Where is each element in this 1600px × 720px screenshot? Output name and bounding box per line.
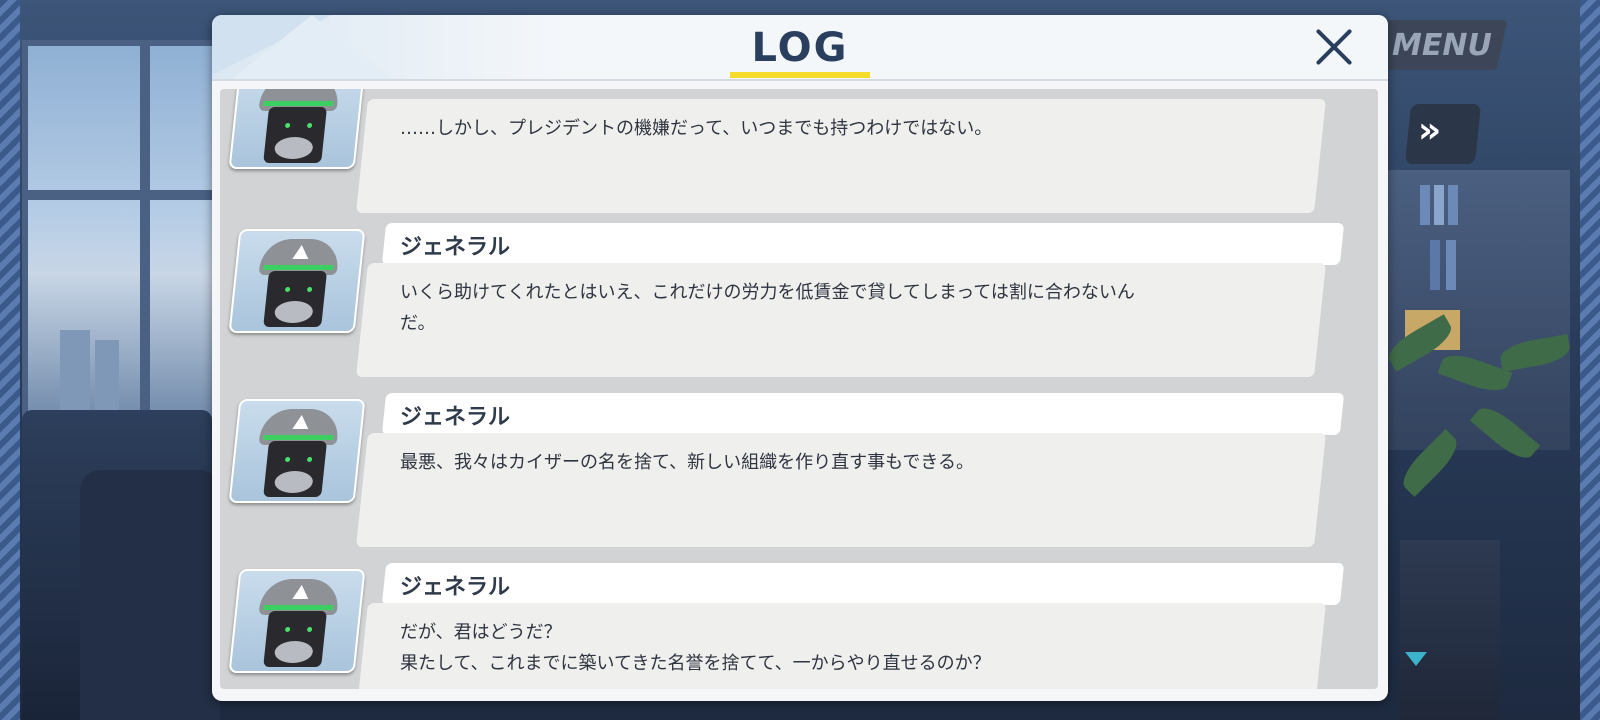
scroll-down-arrow-icon bbox=[1405, 652, 1427, 666]
speaker-name-plate bbox=[381, 393, 1345, 435]
window-frame-bar bbox=[22, 190, 218, 200]
log-title: LOG bbox=[751, 25, 849, 71]
sofa-arm bbox=[80, 470, 220, 720]
book bbox=[1430, 240, 1440, 290]
dialogue-text: ……しかし、プレジデントの機嫌だって、いつまでも持つわけではない。 bbox=[400, 118, 993, 139]
fast-forward-button[interactable] bbox=[1404, 104, 1482, 164]
plant-pot bbox=[1400, 540, 1500, 720]
dialogue-text: だが、君はどうだ？ 果たして、これまでに築いてきた名誉を捨てて、一からやり直せる… bbox=[400, 622, 991, 674]
title-underline bbox=[730, 72, 870, 78]
double-chevron-right-icon[interactable]: » bbox=[1418, 110, 1441, 151]
speaker-portrait bbox=[228, 569, 366, 673]
hat-badge-icon bbox=[292, 585, 310, 599]
book bbox=[1434, 185, 1444, 225]
speaker-portrait bbox=[228, 89, 366, 169]
dialogue-text: いくら助けてくれたとはいえ、これだけの労力を低賃金で貸してしまっては割に合わない… bbox=[400, 282, 1135, 334]
speaker-name: ジェネラル bbox=[400, 575, 511, 600]
header-divider bbox=[212, 79, 1388, 81]
log-panel: LOG ……しかし、プレジデントの機嫌だって、いつまでも持つわけではない。 ジェ… bbox=[212, 15, 1388, 701]
classroom-window bbox=[22, 40, 224, 432]
book bbox=[1448, 185, 1458, 225]
log-entry: ジェネラル 最悪、我々はカイザーの名を捨て、新しい組織を作り直す事もできる。 bbox=[220, 393, 1378, 553]
hat-band bbox=[263, 265, 334, 270]
hat-band bbox=[263, 605, 334, 610]
menu-button-label[interactable]: MENU bbox=[1392, 28, 1492, 63]
speaker-name: ジェネラル bbox=[400, 405, 511, 430]
hat-band bbox=[263, 101, 334, 106]
speaker-portrait bbox=[228, 229, 366, 333]
log-entry: ジェネラル だが、君はどうだ？ 果たして、これまでに築いてきた名誉を捨てて、一か… bbox=[220, 563, 1378, 689]
log-header: LOG bbox=[212, 15, 1388, 79]
book bbox=[1420, 185, 1430, 225]
speaker-name: ジェネラル bbox=[400, 235, 511, 260]
speaker-portrait bbox=[228, 399, 366, 503]
log-scroll-area[interactable]: ……しかし、プレジデントの機嫌だって、いつまでも持つわけではない。 ジェネラル … bbox=[220, 89, 1378, 689]
close-icon[interactable] bbox=[1312, 25, 1356, 69]
hat-band bbox=[263, 435, 334, 440]
speaker-name-plate bbox=[381, 563, 1345, 605]
dialogue-text: 最悪、我々はカイザーの名を捨て、新しい組織を作り直す事もできる。 bbox=[400, 452, 975, 473]
bookshelf bbox=[1370, 170, 1570, 450]
distant-building bbox=[95, 340, 119, 410]
book bbox=[1446, 240, 1456, 290]
log-entry: ……しかし、プレジデントの機嫌だって、いつまでも持つわけではない。 bbox=[220, 89, 1378, 219]
speaker-name-plate bbox=[381, 223, 1345, 265]
log-entry: ジェネラル いくら助けてくれたとはいえ、これだけの労力を低賃金で貸してしまっては… bbox=[220, 223, 1378, 383]
distant-building bbox=[60, 330, 90, 410]
hat-badge-icon bbox=[292, 245, 310, 259]
hat-badge-icon bbox=[292, 415, 310, 429]
right-frame bbox=[1580, 0, 1600, 720]
window-frame-bar bbox=[140, 40, 150, 430]
left-frame bbox=[0, 0, 20, 720]
